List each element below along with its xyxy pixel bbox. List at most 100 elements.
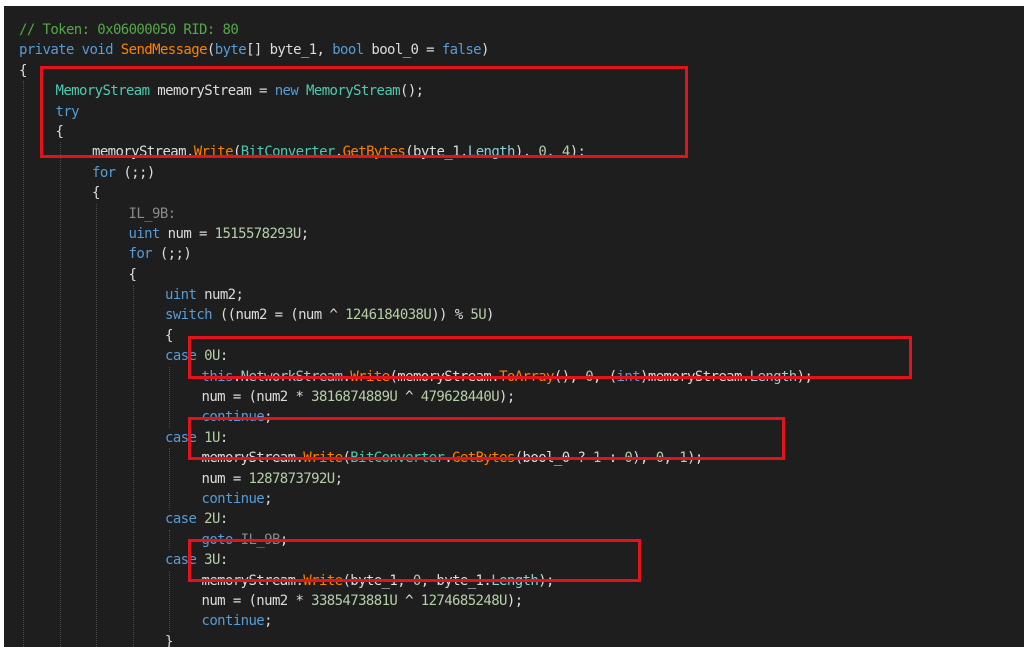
code-token: ToArray — [499, 368, 554, 385]
code-token: memoryStream. — [201, 450, 304, 467]
code-token: { — [128, 266, 137, 283]
code-token: (memoryStream. — [389, 368, 500, 385]
code-token: ^ — [397, 389, 421, 406]
code-line: } — [4, 632, 1024, 647]
code-token: memoryStream = — [157, 83, 275, 100]
code-token: ) — [486, 307, 494, 324]
code-token: ), — [514, 144, 539, 161]
code-token: . — [334, 144, 343, 161]
code-token: ; — [264, 409, 272, 426]
code-line: private void SendMessage(byte[] byte_1, … — [4, 40, 1024, 60]
indent-guide — [59, 142, 61, 647]
code-token: )) % — [431, 307, 471, 324]
code-token: 1246184038U — [345, 307, 432, 324]
code-line: num = (num2 * 3816874889U ^ 479628440U); — [4, 387, 1024, 407]
code-token: bool_0 = — [371, 42, 442, 59]
code-token: case — [165, 429, 205, 446]
code-token: 0 — [655, 450, 664, 467]
code-token: private — [19, 42, 82, 59]
code-token: { — [92, 185, 100, 202]
code-token: , byte_1. — [420, 572, 492, 589]
code-token: bool — [332, 42, 372, 59]
code-token: // Token: 0x06000050 RID: 80 — [19, 22, 239, 38]
code-token: ); — [506, 592, 523, 609]
code-token: 1274685248U — [420, 592, 508, 609]
code-token: int — [616, 368, 641, 385]
code-line: memoryStream.Write(BitConverter.GetBytes… — [4, 448, 1024, 468]
code-token: num = — [201, 470, 249, 487]
code-line: continue; — [4, 489, 1024, 509]
code-line: case 0U: — [4, 346, 1024, 366]
code-token: ), — [632, 450, 656, 467]
code-token: GetBytes — [452, 450, 515, 467]
code-token: 0 — [412, 572, 421, 589]
code-line: this.NetworkStream.Write(memoryStream.To… — [4, 367, 1024, 387]
code-token: (byte_1, — [342, 572, 413, 589]
code-token: (byte_1. — [405, 144, 468, 161]
code-line: // Token: 0x06000050 RID: 80 — [4, 20, 1024, 40]
code-token: 0 — [538, 144, 547, 161]
code-token: uint — [128, 225, 168, 242]
code-token: num = — [167, 225, 215, 242]
code-token: Length — [467, 144, 516, 161]
code-line: { — [4, 326, 1024, 346]
code-token: { — [55, 123, 64, 140]
code-token: byte — [214, 42, 247, 59]
code-token: 5U — [470, 307, 487, 324]
code-token: (;;) — [123, 164, 155, 181]
code-token: } — [165, 633, 173, 647]
indent-guide — [169, 530, 170, 551]
code-token: 4 — [561, 144, 570, 161]
code-line: for (;;) — [4, 244, 1024, 264]
code-token: (), — [553, 368, 586, 385]
code-token: new — [274, 83, 307, 100]
code-token: 1 — [593, 450, 601, 467]
indent-guide — [96, 203, 97, 647]
code-token: ; — [264, 613, 272, 630]
code-token: num = (num2 * — [201, 389, 312, 406]
code-token: try — [55, 103, 80, 120]
code-token: memoryStream. — [201, 572, 304, 589]
code-token: : — [600, 450, 625, 467]
code-token: case — [165, 552, 205, 569]
code-token: continue — [201, 409, 265, 426]
code-editor[interactable]: // Token: 0x06000050 RID: 80 private void… — [4, 6, 1024, 647]
code-token: ); — [569, 144, 586, 161]
code-token: 3385473881U — [311, 592, 398, 609]
code-token: , — [546, 144, 562, 161]
indent-guide — [169, 366, 170, 428]
code-token: 1515578293U — [214, 225, 302, 242]
code-token: continue — [201, 613, 265, 630]
code-token: GetBytes — [342, 144, 406, 161]
code-line: MemoryStream memoryStream = new MemorySt… — [4, 81, 1024, 101]
code-token: case — [165, 511, 205, 528]
code-token: case — [165, 348, 205, 365]
code-token: 0 — [585, 368, 594, 385]
code-token: , — [663, 450, 680, 467]
code-token: uint — [165, 287, 205, 304]
code-token: IL_9B — [240, 531, 281, 548]
code-token: NetworkStream — [240, 368, 343, 385]
code-token: (bool_0 ? — [514, 450, 594, 467]
code-token: ); — [538, 572, 554, 589]
code-token: for — [128, 246, 160, 263]
code-token: 479628440U — [420, 389, 500, 406]
code-line: num = (num2 * 3385473881U ^ 1274685248U)… — [4, 591, 1024, 611]
code-token: ; — [300, 225, 309, 242]
indent-guide — [23, 81, 24, 647]
code-line: continue; — [4, 407, 1024, 427]
code-token: Length — [491, 572, 539, 589]
code-line: memoryStream.Write(BitConverter.GetBytes… — [4, 142, 1024, 162]
code-line: { — [4, 122, 1024, 142]
code-listing: // Token: 0x06000050 RID: 80 private void… — [4, 20, 1024, 647]
code-token: : — [219, 511, 228, 528]
code-line: { — [4, 183, 1024, 203]
code-token: 2U — [204, 511, 220, 528]
code-token: , ( — [593, 368, 617, 385]
code-token: MemoryStream — [55, 83, 158, 100]
code-token: BitConverter — [350, 450, 445, 467]
code-token: [] byte_1, — [246, 42, 333, 59]
code-line: for (;;) — [4, 163, 1024, 183]
code-token: ); — [499, 389, 515, 406]
code-token: for — [92, 164, 124, 181]
